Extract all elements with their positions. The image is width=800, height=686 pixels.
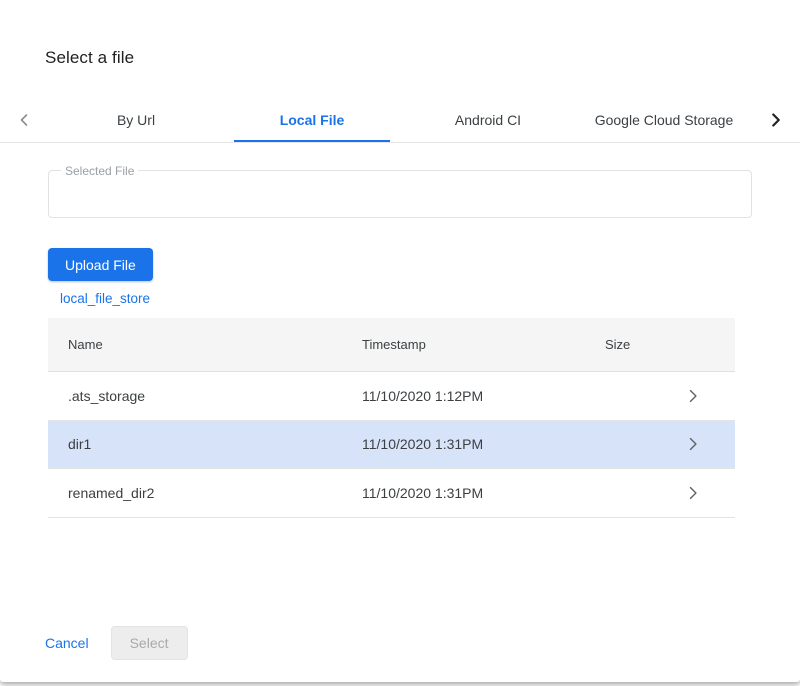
file-timestamp: 11/10/2020 1:12PM [362, 388, 605, 404]
select-file-dialog: Select a file By Url Local File Android … [0, 0, 800, 682]
chevron-right-icon [765, 109, 787, 131]
file-table: Name Timestamp Size .ats_storage 11/10/2… [48, 318, 735, 518]
cancel-button[interactable]: Cancel [45, 635, 89, 651]
chevron-right-icon [683, 434, 703, 454]
tab-label: Local File [280, 112, 345, 128]
tab-bar: By Url Local File Android CI Google Clou… [0, 97, 800, 143]
column-header-timestamp: Timestamp [362, 337, 605, 352]
selected-file-input[interactable] [49, 171, 751, 217]
selected-file-label: Selected File [61, 163, 138, 179]
tabs-scroll-right-button[interactable] [752, 97, 800, 142]
table-row[interactable]: .ats_storage 11/10/2020 1:12PM [48, 372, 735, 421]
table-row[interactable]: dir1 11/10/2020 1:31PM [48, 421, 735, 470]
tabs-scroll-left-button[interactable] [0, 97, 48, 142]
tab-google-cloud-storage[interactable]: Google Cloud Storage [576, 97, 752, 142]
tab-android-ci[interactable]: Android CI [400, 97, 576, 142]
file-name: renamed_dir2 [48, 485, 362, 501]
file-timestamp: 11/10/2020 1:31PM [362, 485, 605, 501]
file-name: dir1 [48, 436, 362, 452]
upload-file-button[interactable]: Upload File [48, 248, 153, 281]
chevron-left-icon [14, 110, 34, 130]
column-header-size: Size [605, 337, 651, 352]
chevron-right-icon [683, 386, 703, 406]
tab-by-url[interactable]: By Url [48, 97, 224, 142]
open-directory-button[interactable] [651, 483, 735, 503]
file-timestamp: 11/10/2020 1:31PM [362, 436, 605, 452]
table-header-row: Name Timestamp Size [48, 318, 735, 372]
tab-label: Android CI [455, 112, 521, 128]
page-title: Select a file [45, 48, 134, 68]
select-button[interactable]: Select [111, 626, 188, 660]
tab-list: By Url Local File Android CI Google Clou… [48, 97, 752, 142]
open-directory-button[interactable] [651, 386, 735, 406]
tab-label: Google Cloud Storage [595, 112, 734, 128]
tab-label: By Url [117, 112, 155, 128]
tab-local-file[interactable]: Local File [224, 97, 400, 142]
table-row[interactable]: renamed_dir2 11/10/2020 1:31PM [48, 469, 735, 518]
selected-file-field: Selected File [48, 170, 752, 218]
file-name: .ats_storage [48, 388, 362, 404]
breadcrumb[interactable]: local_file_store [60, 291, 150, 306]
chevron-right-icon [683, 483, 703, 503]
column-header-name: Name [48, 337, 362, 352]
open-directory-button[interactable] [651, 434, 735, 454]
dialog-actions: Cancel Select [45, 626, 188, 660]
